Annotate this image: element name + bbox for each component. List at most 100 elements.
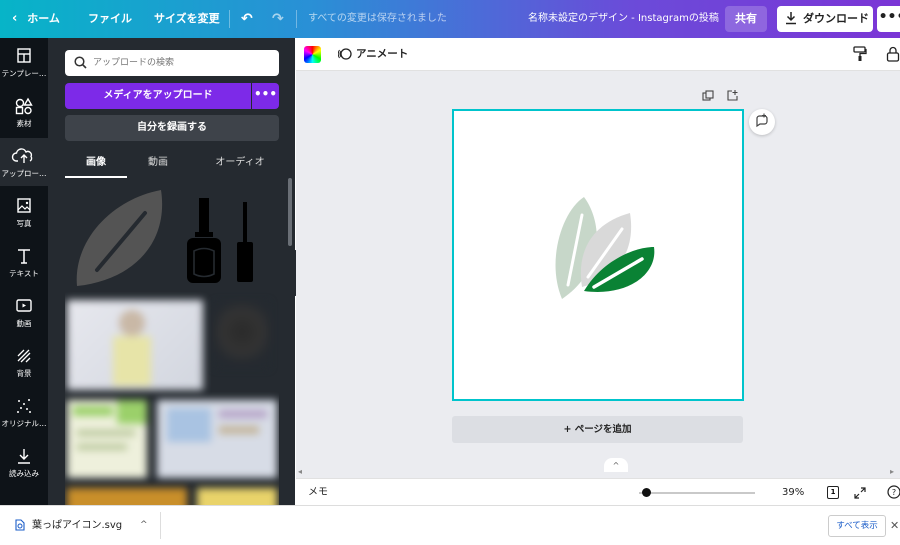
browser-download-bar: 葉っぱアイコン.svg ^ すべて表示 ✕ <box>0 505 900 544</box>
rail-label: 写真 <box>16 219 32 228</box>
chevron-left-icon: ‹ <box>12 11 18 26</box>
upload-media-button[interactable]: メディアをアップロード <box>65 83 251 109</box>
rail-label: アップロー… <box>1 169 47 178</box>
add-page-button[interactable]: + ページを追加 <box>452 416 743 443</box>
upload-thumb-leaf[interactable] <box>69 188 171 292</box>
elements-icon <box>15 97 33 115</box>
more-options-button[interactable]: ••• <box>877 6 900 32</box>
divider <box>160 512 161 539</box>
tab-audio[interactable]: オーディオ <box>201 152 279 178</box>
rail-item-import[interactable]: 読み込み <box>0 438 48 486</box>
editor-area: アニメート + ページを追加 ◂ ^ ▸ メモ 39% 1 ? <box>296 38 900 505</box>
chevron-up-icon[interactable]: ^ <box>604 458 628 472</box>
top-bar: ‹ ホーム ファイル サイズを変更 ↶ ↷ すべての変更は保存されました 名称未… <box>0 0 900 38</box>
share-button[interactable]: 共有 <box>725 6 767 32</box>
video-icon <box>16 299 32 312</box>
redo-icon[interactable]: ↷ <box>272 0 284 38</box>
fullscreen-icon[interactable] <box>854 487 866 499</box>
side-nav: テンプレー… 素材 アップロー… 写真 テキスト 動画 背景 オリジナル… 読み… <box>0 38 48 505</box>
upload-thumb-orange[interactable] <box>67 488 187 505</box>
record-yourself-button[interactable]: 自分を録画する <box>65 115 279 141</box>
leaf-graphic[interactable] <box>454 111 742 399</box>
tab-videos[interactable]: 動画 <box>129 152 187 178</box>
page-count-button[interactable]: 1 <box>827 486 839 499</box>
notes-button[interactable]: メモ <box>308 479 328 506</box>
zoom-slider-handle[interactable] <box>642 488 651 497</box>
media-tabs: 画像 動画 オーディオ <box>65 152 279 178</box>
import-icon <box>18 449 30 464</box>
color-picker-icon[interactable] <box>304 46 321 63</box>
download-label: ダウンロード <box>803 12 869 25</box>
help-icon[interactable]: ? <box>887 485 900 499</box>
file-icon <box>15 519 25 531</box>
rail-item-templates[interactable]: テンプレー… <box>0 38 48 86</box>
divider <box>229 10 230 28</box>
scroll-right-icon[interactable]: ▸ <box>890 466 894 478</box>
add-comment-button[interactable] <box>749 109 775 135</box>
upload-more-button[interactable]: ••• <box>252 83 279 109</box>
comment-icon <box>756 113 768 128</box>
animate-button[interactable]: アニメート <box>338 38 408 71</box>
rail-label: テキスト <box>9 269 39 278</box>
file-menu[interactable]: ファイル <box>88 0 132 38</box>
downloaded-file[interactable]: 葉っぱアイコン.svg <box>14 506 122 545</box>
upload-grid <box>65 188 279 505</box>
editor-footer: メモ 39% 1 ? <box>296 478 900 505</box>
chevron-up-icon[interactable]: ^ <box>140 506 148 545</box>
rail-label: 素材 <box>16 119 32 128</box>
document-title[interactable]: 名称未設定のデザイン - Instagramの投稿 <box>528 0 719 38</box>
lock-icon[interactable] <box>886 46 900 62</box>
rail-item-text[interactable]: テキスト <box>0 238 48 286</box>
undo-icon[interactable]: ↶ <box>241 0 253 38</box>
rail-item-original[interactable]: オリジナル… <box>0 388 48 436</box>
resize-menu[interactable]: サイズを変更 <box>154 0 220 38</box>
paint-roller-icon[interactable] <box>853 46 867 62</box>
show-all-button[interactable]: すべて表示 <box>828 515 886 537</box>
search-box[interactable] <box>65 50 279 76</box>
rail-label: テンプレー… <box>1 69 47 78</box>
rail-item-video[interactable]: 動画 <box>0 288 48 336</box>
rail-label: オリジナル… <box>1 419 47 428</box>
original-icon <box>17 399 31 413</box>
rail-item-background[interactable]: 背景 <box>0 338 48 386</box>
upload-thumb-yellow[interactable] <box>197 488 277 505</box>
zoom-slider[interactable] <box>639 492 755 494</box>
tab-images[interactable]: 画像 <box>65 152 127 178</box>
design-canvas[interactable] <box>452 109 744 401</box>
upload-icon <box>11 148 33 163</box>
search-input[interactable] <box>93 54 273 72</box>
file-name: 葉っぱアイコン.svg <box>32 520 123 531</box>
rail-label: 動画 <box>16 319 32 328</box>
uploads-panel: メディアをアップロード ••• 自分を録画する 画像 動画 オーディオ <box>48 38 295 505</box>
duplicate-page-icon[interactable] <box>702 90 714 102</box>
text-icon <box>18 249 30 264</box>
upload-thumb-screen[interactable] <box>157 400 277 478</box>
home-label: ホーム <box>27 12 60 25</box>
page-count: 1 <box>830 488 836 496</box>
rail-label: 読み込み <box>9 469 39 478</box>
rail-item-elements[interactable]: 素材 <box>0 88 48 136</box>
download-button[interactable]: ダウンロード <box>777 6 873 32</box>
upload-thumb-nail-polish[interactable] <box>185 196 265 284</box>
zoom-level[interactable]: 39% <box>782 479 804 506</box>
rail-item-uploads[interactable]: アップロー… <box>0 138 48 186</box>
close-icon[interactable]: ✕ <box>890 506 899 545</box>
panel-scrollbar[interactable] <box>288 178 292 246</box>
svg-text:?: ? <box>892 488 896 497</box>
rail-item-photos[interactable]: 写真 <box>0 188 48 236</box>
upload-thumb-dark[interactable] <box>215 302 269 368</box>
horizontal-scrollbar[interactable]: ◂ ^ ▸ <box>296 458 900 478</box>
upload-thumb-card[interactable] <box>67 400 147 478</box>
scroll-left-icon[interactable]: ◂ <box>298 466 302 478</box>
animate-icon <box>338 48 352 60</box>
animate-label: アニメート <box>356 48 409 60</box>
upload-thumb-photo[interactable] <box>67 300 203 390</box>
divider <box>296 10 297 28</box>
add-page-icon[interactable] <box>726 89 739 102</box>
template-icon <box>17 48 31 63</box>
back-home-button[interactable]: ‹ ホーム <box>12 0 60 38</box>
editor-toolbar: アニメート <box>296 38 900 71</box>
save-status: すべての変更は保存されました <box>308 13 447 24</box>
rail-label: 背景 <box>16 369 32 378</box>
photo-icon <box>17 198 31 213</box>
